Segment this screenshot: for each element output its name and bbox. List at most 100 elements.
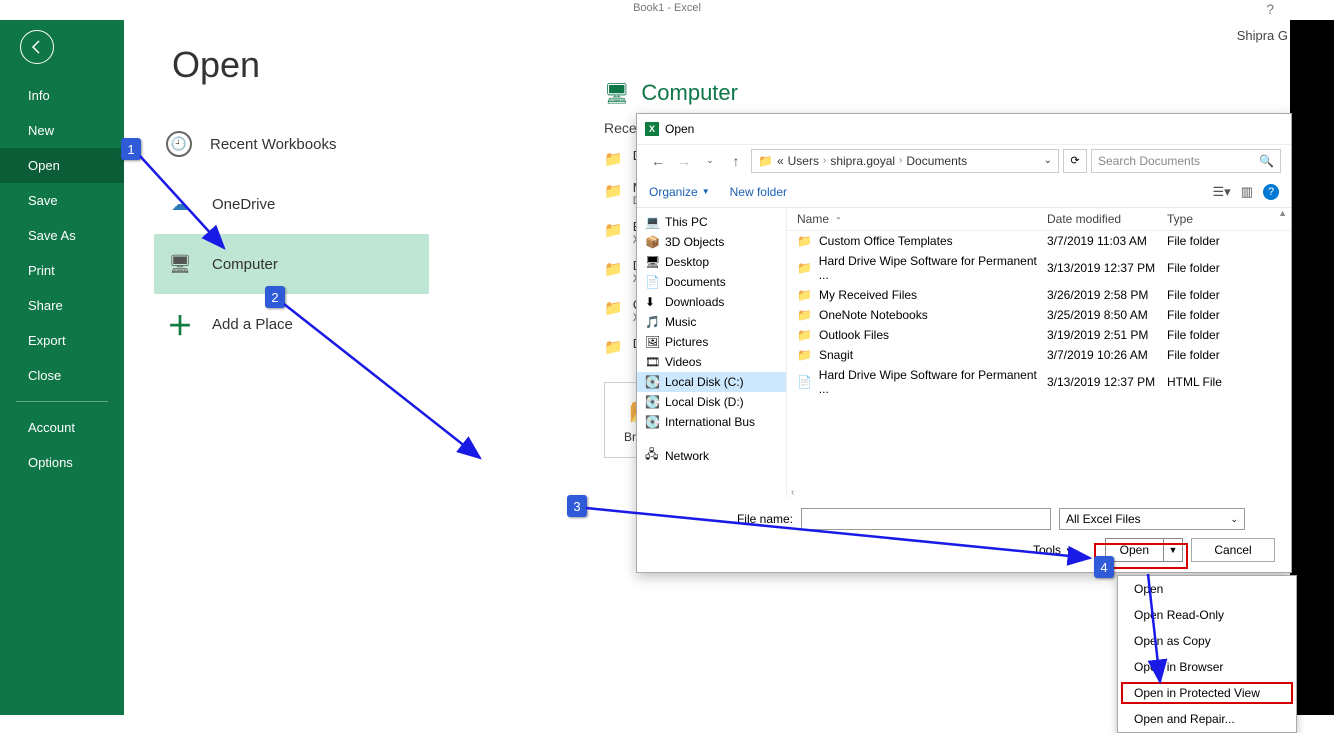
file-row[interactable]: 📁Hard Drive Wipe Software for Permanent … bbox=[787, 251, 1291, 285]
app-title: Book1 - Excel bbox=[633, 2, 701, 14]
breadcrumb-part[interactable]: shipra.goyal bbox=[830, 154, 895, 168]
tree-item-label: Downloads bbox=[665, 295, 724, 309]
tree-item-label: Local Disk (C:) bbox=[665, 375, 744, 389]
tree-item[interactable]: ⬇Downloads bbox=[637, 292, 786, 312]
nav-share[interactable]: Share bbox=[0, 288, 124, 323]
menu-item[interactable]: Open and Repair... bbox=[1118, 706, 1296, 732]
tree-item[interactable]: 🎞Videos bbox=[637, 352, 786, 372]
nav-open[interactable]: Open bbox=[0, 148, 124, 183]
tree-item[interactable]: 🖧Network bbox=[637, 442, 786, 469]
column-name[interactable]: Name⌃ bbox=[797, 212, 1047, 226]
tree-item-icon: 🖧 bbox=[645, 445, 659, 466]
callout-2: 2 bbox=[265, 286, 285, 308]
breadcrumb-part[interactable]: Documents bbox=[906, 154, 967, 168]
open-split-button[interactable]: Open ▼ bbox=[1105, 538, 1183, 562]
scroll-up-icon[interactable]: ▲ bbox=[1278, 208, 1287, 218]
menu-item[interactable]: Open Read-Only bbox=[1118, 602, 1296, 628]
tree-item-icon: 📦 bbox=[645, 235, 659, 249]
tree-item[interactable]: 🖼Pictures bbox=[637, 332, 786, 352]
open-button[interactable]: Open bbox=[1106, 539, 1164, 561]
search-input[interactable]: Search Documents 🔍 bbox=[1091, 149, 1281, 173]
tree-item[interactable]: 💽Local Disk (D:) bbox=[637, 392, 786, 412]
tree-item[interactable]: 📄Documents bbox=[637, 272, 786, 292]
file-row[interactable]: 📁Custom Office Templates3/7/2019 11:03 A… bbox=[787, 231, 1291, 251]
file-type: File folder bbox=[1167, 234, 1291, 248]
folder-icon: 📁 bbox=[797, 348, 813, 362]
tree-item[interactable]: 💽International Bus bbox=[637, 412, 786, 432]
preview-pane-icon[interactable]: ▥ bbox=[1241, 184, 1253, 200]
nav-save[interactable]: Save bbox=[0, 183, 124, 218]
tree-item-label: This PC bbox=[665, 215, 708, 229]
file-list-header: Name⌃ Date modified Type bbox=[787, 208, 1291, 231]
file-type: HTML File bbox=[1167, 375, 1291, 389]
filetype-dropdown[interactable]: All Excel Files ⌄ bbox=[1059, 508, 1245, 530]
tools-button[interactable]: Tools▼ bbox=[1033, 543, 1073, 557]
menu-item[interactable]: Open bbox=[1118, 576, 1296, 602]
cancel-button[interactable]: Cancel bbox=[1191, 538, 1275, 562]
file-date: 3/7/2019 11:03 AM bbox=[1047, 234, 1167, 248]
nav-options[interactable]: Options bbox=[0, 445, 124, 480]
folder-icon: 📁 bbox=[604, 299, 623, 317]
nav-back-icon[interactable]: ← bbox=[647, 150, 669, 172]
location-onedrive[interactable]: ☁ OneDrive bbox=[154, 174, 429, 234]
organize-button[interactable]: Organize▼ bbox=[649, 185, 710, 199]
nav-up-icon[interactable]: ↑ bbox=[725, 150, 747, 172]
computer-icon: 🖥 bbox=[604, 81, 629, 106]
folder-icon: 📁 bbox=[604, 182, 623, 200]
breadcrumb[interactable]: 📁 « Users › shipra.goyal › Documents ⌄ bbox=[751, 149, 1059, 173]
dialog-footer: File name: All Excel Files ⌄ Tools▼ Open… bbox=[637, 498, 1291, 572]
computer-header-label: Computer bbox=[641, 80, 738, 106]
refresh-button[interactable]: ⟳ bbox=[1063, 149, 1087, 173]
breadcrumb-part[interactable]: Users bbox=[788, 154, 819, 168]
location-recent[interactable]: 🕘 Recent Workbooks bbox=[154, 114, 429, 174]
menu-item[interactable]: Open in Browser bbox=[1118, 654, 1296, 680]
file-row[interactable]: 📄Hard Drive Wipe Software for Permanent … bbox=[787, 365, 1291, 399]
nav-new[interactable]: New bbox=[0, 113, 124, 148]
tree-item-label: International Bus bbox=[665, 415, 755, 429]
nav-info[interactable]: Info bbox=[0, 78, 124, 113]
nav-export[interactable]: Export bbox=[0, 323, 124, 358]
file-row[interactable]: 📁My Received Files3/26/2019 2:58 PMFile … bbox=[787, 285, 1291, 305]
tree-item-icon: 🎵 bbox=[645, 315, 659, 329]
folder-icon: 📁 bbox=[797, 288, 813, 302]
help-icon[interactable]: ? bbox=[1263, 184, 1279, 200]
scroll-left-icon[interactable]: ‹ bbox=[791, 487, 794, 498]
computer-icon: 🖥 bbox=[166, 250, 194, 278]
file-name: Hard Drive Wipe Software for Permanent .… bbox=[819, 368, 1047, 396]
new-folder-button[interactable]: New folder bbox=[730, 185, 787, 199]
nav-print[interactable]: Print bbox=[0, 253, 124, 288]
nav-forward-icon[interactable]: → bbox=[673, 150, 695, 172]
filename-input[interactable] bbox=[801, 508, 1051, 530]
menu-item[interactable]: Open as Copy bbox=[1118, 628, 1296, 654]
chevron-down-icon[interactable]: ⌄ bbox=[1044, 155, 1052, 166]
column-type[interactable]: Type bbox=[1167, 212, 1291, 226]
location-addplace[interactable]: ＋ Add a Place bbox=[154, 294, 429, 354]
file-row[interactable]: 📁OneNote Notebooks3/25/2019 8:50 AMFile … bbox=[787, 305, 1291, 325]
nav-history-icon[interactable]: ⌄ bbox=[699, 150, 721, 172]
tree-item[interactable]: 🎵Music bbox=[637, 312, 786, 332]
location-computer[interactable]: 🖥 Computer bbox=[154, 234, 429, 294]
file-row[interactable]: 📁Snagit3/7/2019 10:26 AMFile folder bbox=[787, 345, 1291, 365]
tree-item[interactable]: 💽Local Disk (C:) bbox=[637, 372, 786, 392]
file-row[interactable]: 📁Outlook Files3/19/2019 2:51 PMFile fold… bbox=[787, 325, 1291, 345]
tree-item-icon: 💽 bbox=[645, 395, 659, 409]
dialog-title: Open bbox=[665, 122, 694, 136]
help-icon[interactable]: ? bbox=[1266, 1, 1274, 17]
clock-icon: 🕘 bbox=[166, 131, 192, 157]
nav-saveas[interactable]: Save As bbox=[0, 218, 124, 253]
tree-item[interactable]: 📦3D Objects bbox=[637, 232, 786, 252]
open-dropdown-arrow[interactable]: ▼ bbox=[1164, 539, 1182, 561]
column-date[interactable]: Date modified bbox=[1047, 212, 1167, 226]
nav-account[interactable]: Account bbox=[0, 410, 124, 445]
view-list-icon[interactable]: ☰▾ bbox=[1213, 184, 1231, 200]
folder-icon: 📁 bbox=[797, 261, 813, 275]
nav-close[interactable]: Close bbox=[0, 358, 124, 393]
dialog-navbar: ← → ⌄ ↑ 📁 « Users › shipra.goyal › Docum… bbox=[637, 144, 1291, 176]
open-dialog: X Open ← → ⌄ ↑ 📁 « Users › shipra.goyal … bbox=[636, 113, 1292, 573]
tree-item[interactable]: 💻This PC bbox=[637, 212, 786, 232]
location-label: Add a Place bbox=[212, 316, 293, 333]
tree-item[interactable]: 🖥Desktop bbox=[637, 252, 786, 272]
menu-item[interactable]: Open in Protected View bbox=[1118, 680, 1296, 706]
back-button[interactable] bbox=[20, 30, 54, 64]
sidebar-divider bbox=[16, 401, 108, 402]
